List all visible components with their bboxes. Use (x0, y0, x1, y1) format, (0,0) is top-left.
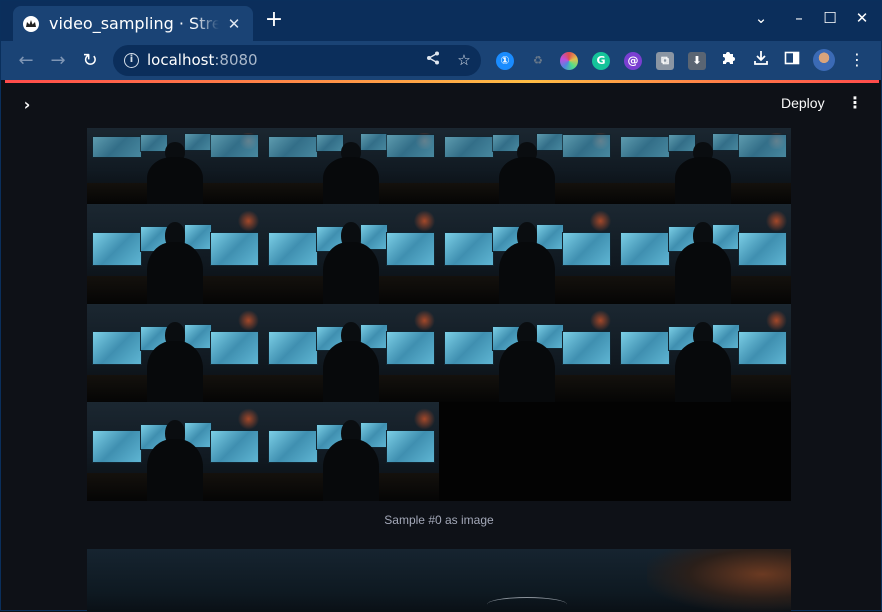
url-port: :8080 (214, 51, 258, 69)
video-frame (87, 204, 263, 304)
video-frame (263, 402, 439, 501)
video-frame (263, 128, 439, 204)
tab-extension-icon[interactable]: ⧉ (656, 52, 674, 70)
video-frame (439, 128, 615, 204)
video-frame (615, 304, 791, 402)
video-frame (439, 304, 615, 402)
browser-toolbar: ← → ↻ i localhost:8080 ☆ ① ♻ G @ ⧉ ⬇ ⋮ (1, 41, 881, 80)
minimize-button[interactable]: – (788, 9, 810, 27)
tab-title: video_sampling · Streamlit (49, 14, 219, 33)
share-icon[interactable] (424, 51, 442, 69)
purple-extension-icon[interactable]: @ (624, 52, 642, 70)
video-frame (87, 128, 263, 204)
color-wheel-icon[interactable] (560, 52, 578, 70)
browser-tab[interactable]: video_sampling · Streamlit ✕ (13, 6, 253, 41)
extensions-puzzle-icon[interactable] (719, 50, 739, 70)
url-text: localhost:8080 (147, 51, 258, 69)
maximize-button[interactable]: ☐ (819, 9, 841, 27)
address-bar[interactable]: i localhost:8080 ☆ (113, 45, 481, 76)
main-menu-icon[interactable]: ⋮ (847, 93, 863, 112)
tab-search-chevron-icon[interactable]: ⌄ (750, 9, 772, 27)
back-button[interactable]: ← (15, 50, 37, 72)
grammarly-icon[interactable]: G (592, 52, 610, 70)
sample-video-image (87, 549, 791, 612)
deploy-button[interactable]: Deploy (781, 95, 825, 111)
video-frame (87, 304, 263, 402)
image-shape (487, 597, 567, 612)
sample-frames-image (87, 128, 791, 501)
image-glow (647, 549, 791, 612)
video-frame (615, 128, 791, 204)
browser-window: video_sampling · Streamlit ✕ + ⌄ – ☐ ✕ ←… (0, 0, 882, 612)
video-frame (263, 304, 439, 402)
new-tab-button[interactable]: + (263, 9, 285, 32)
tab-strip: video_sampling · Streamlit ✕ + ⌄ – ☐ ✕ (1, 1, 881, 41)
video-frame (615, 204, 791, 304)
forward-button[interactable]: → (47, 50, 69, 72)
tab-close-icon[interactable]: ✕ (225, 15, 243, 33)
video-frame (439, 204, 615, 304)
video-frame (87, 402, 263, 501)
recycle-icon[interactable]: ♻ (529, 52, 547, 70)
bookmark-star-icon[interactable]: ☆ (455, 51, 473, 69)
video-frame (263, 204, 439, 304)
url-host: localhost (147, 51, 215, 69)
profile-avatar[interactable] (813, 49, 835, 71)
image-caption: Sample #0 as image (384, 513, 494, 527)
app-header: › Deploy ⋮ (5, 83, 879, 127)
downloads-icon[interactable] (751, 50, 771, 70)
close-window-button[interactable]: ✕ (851, 9, 873, 27)
reload-button[interactable]: ↻ (79, 50, 101, 72)
streamlit-favicon-icon (23, 15, 39, 32)
1password-icon[interactable]: ① (496, 52, 514, 70)
browser-menu-icon[interactable]: ⋮ (847, 50, 867, 70)
sidebar-expand-icon[interactable]: › (17, 95, 37, 114)
download-extension-icon[interactable]: ⬇ (688, 52, 706, 70)
site-info-icon[interactable]: i (124, 53, 139, 68)
side-panel-icon[interactable] (782, 50, 802, 70)
